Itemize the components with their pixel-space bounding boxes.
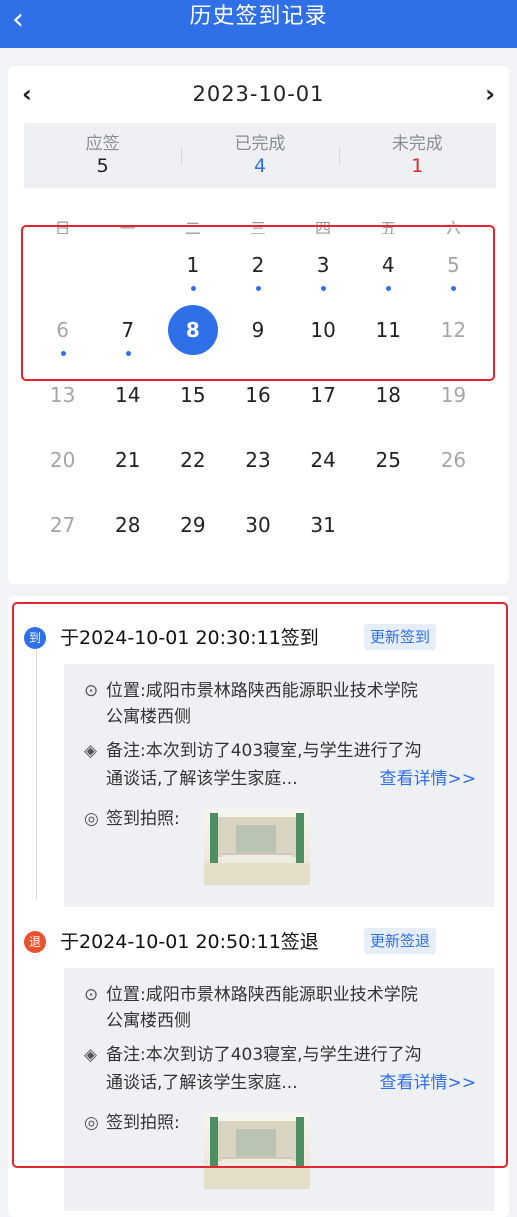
day-number: 15 <box>180 383 206 407</box>
stat-incomplete: 未完成 1 <box>338 123 496 188</box>
stat-label: 已完成 <box>234 134 286 154</box>
stat-value: 5 <box>96 155 109 177</box>
calendar-day[interactable]: 30 <box>225 494 290 559</box>
day-number: 25 <box>375 448 401 472</box>
top-nav-bar: ‹ 历史签到记录 <box>0 0 517 48</box>
day-number: 17 <box>310 383 336 407</box>
next-month-button[interactable]: › <box>485 78 495 110</box>
stat-value: 1 <box>411 155 424 177</box>
day-number: 31 <box>310 513 336 537</box>
calendar-week-row: 20 21 22 23 24 25 26 <box>30 429 486 494</box>
calendar-day[interactable]: 29 <box>160 494 225 559</box>
day-number: 23 <box>245 448 271 472</box>
stat-completed: 已完成 4 <box>181 123 338 188</box>
calendar-day[interactable]: 27 <box>30 494 95 559</box>
current-month: 2023-10-01 <box>192 82 325 106</box>
calendar-day[interactable]: 22 <box>160 429 225 494</box>
month-switcher: ‹ 2023-10-01 › <box>8 78 509 110</box>
day-number: 13 <box>49 383 76 407</box>
stat-should-sign: 应签 5 <box>24 123 181 188</box>
calendar-empty-cell <box>356 494 421 559</box>
calendar-day[interactable]: 20 <box>30 429 95 494</box>
day-number: 24 <box>310 448 336 472</box>
highlight-box <box>21 225 495 381</box>
stat-label: 未完成 <box>391 134 443 154</box>
calendar-day[interactable]: 28 <box>95 494 160 559</box>
day-number: 19 <box>440 383 467 407</box>
day-number: 27 <box>49 513 76 537</box>
day-number: 28 <box>114 513 141 537</box>
day-number: 21 <box>114 448 141 472</box>
day-number: 22 <box>180 448 206 472</box>
day-number: 18 <box>375 383 401 407</box>
day-number: 26 <box>440 448 467 472</box>
calendar-day[interactable]: 21 <box>95 429 160 494</box>
day-number: 30 <box>245 513 271 537</box>
day-number: 20 <box>49 448 76 472</box>
page-title: 历史签到记录 <box>189 4 328 29</box>
calendar-day[interactable]: 31 <box>291 494 356 559</box>
calendar-day[interactable]: 26 <box>421 429 486 494</box>
day-number: 8 <box>185 318 200 342</box>
highlight-box <box>12 602 508 1168</box>
day-number: 16 <box>245 383 271 407</box>
calendar-day[interactable]: 25 <box>356 429 421 494</box>
calendar-day[interactable]: 24 <box>291 429 356 494</box>
calendar-empty-cell <box>421 494 486 559</box>
stats-bar: 应签 5 已完成 4 未完成 1 <box>24 123 496 188</box>
day-number: 29 <box>180 513 206 537</box>
calendar-day[interactable]: 23 <box>225 429 290 494</box>
stat-label: 应签 <box>85 134 120 154</box>
day-number: 14 <box>114 383 141 407</box>
photo-floor <box>204 1167 310 1189</box>
stat-value: 4 <box>253 155 267 177</box>
calendar-week-row: 27 28 29 30 31 <box>30 494 486 559</box>
